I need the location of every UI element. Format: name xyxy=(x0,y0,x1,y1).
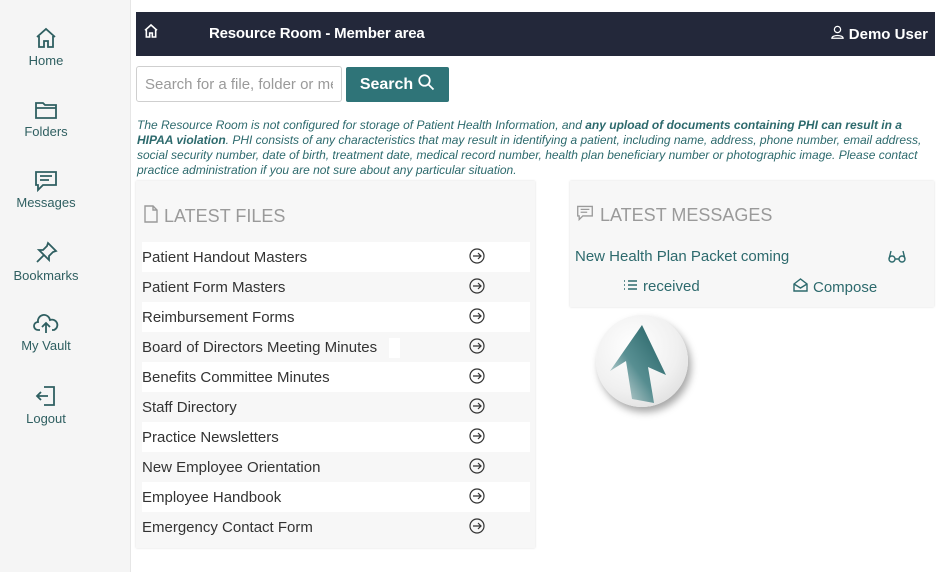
file-row[interactable]: Practice Newsletters xyxy=(142,422,530,452)
message-icon xyxy=(0,170,92,192)
sidebar-item-bookmarks[interactable]: Bookmarks xyxy=(0,241,92,283)
header-bar: Resource Room - Member area Demo User xyxy=(136,12,935,56)
arrow-circle-right-icon[interactable] xyxy=(469,458,485,479)
latest-messages-title: LATEST MESSAGES xyxy=(600,205,773,225)
envelope-open-icon xyxy=(793,278,808,296)
cloud-upload-icon xyxy=(0,313,92,335)
compose-button[interactable]: Compose xyxy=(793,278,877,296)
folder-icon xyxy=(0,99,92,121)
file-name: Board of Directors Meeting Minutes xyxy=(142,339,378,356)
file-name: Patient Handout Masters xyxy=(142,249,308,266)
arrow-circle-right-icon[interactable] xyxy=(469,368,485,389)
list-icon xyxy=(623,278,638,295)
file-row[interactable]: Employee Handbook xyxy=(142,482,530,512)
sidebar-item-label: Messages xyxy=(16,195,76,210)
arrow-circle-right-icon[interactable] xyxy=(469,398,485,419)
highlight-marker xyxy=(389,338,400,358)
file-name: Patient Form Masters xyxy=(142,279,286,296)
search-icon xyxy=(417,73,435,96)
file-icon xyxy=(144,205,158,228)
sidebar: Home Folders Messages Bookmarks My Vault… xyxy=(0,0,131,572)
home-icon xyxy=(0,26,92,50)
message-link[interactable]: New Health Plan Packet coming xyxy=(575,248,789,265)
received-label: received xyxy=(643,278,700,295)
file-row[interactable]: Staff Directory xyxy=(142,392,530,422)
latest-messages-panel: LATEST MESSAGES New Health Plan Packet c… xyxy=(570,181,934,307)
file-row[interactable]: Benefits Committee Minutes xyxy=(142,362,530,392)
search-button[interactable]: Search xyxy=(346,67,449,102)
phi-notice-text-2: . PHI consists of any characteristics th… xyxy=(137,133,922,177)
received-button[interactable]: received xyxy=(623,278,700,295)
upload-button[interactable] xyxy=(596,315,688,407)
sidebar-item-logout[interactable]: Logout xyxy=(0,384,92,426)
sidebar-item-label: Bookmarks xyxy=(13,268,79,283)
user-menu[interactable]: Demo User xyxy=(830,24,928,44)
arrow-circle-right-icon[interactable] xyxy=(469,488,485,509)
latest-messages-heading: LATEST MESSAGES xyxy=(576,205,772,226)
arrow-circle-right-icon[interactable] xyxy=(469,308,485,329)
compose-label: Compose xyxy=(813,278,878,296)
glasses-icon[interactable] xyxy=(888,249,906,268)
file-name: Emergency Contact Form xyxy=(142,519,313,536)
file-name: Staff Directory xyxy=(142,399,237,416)
phi-notice: The Resource Room is not configured for … xyxy=(137,118,927,178)
file-name: Practice Newsletters xyxy=(142,429,279,446)
file-name: New Employee Orientation xyxy=(142,459,321,476)
home-icon[interactable] xyxy=(143,23,159,44)
sidebar-item-label: Home xyxy=(28,53,64,68)
file-row[interactable]: Reimbursement Forms xyxy=(142,302,530,332)
sidebar-item-my-vault[interactable]: My Vault xyxy=(0,313,92,353)
arrow-circle-right-icon[interactable] xyxy=(469,278,485,299)
page-title: Resource Room - Member area xyxy=(209,25,425,42)
file-row[interactable]: Patient Form Masters xyxy=(142,272,530,302)
file-row[interactable]: New Employee Orientation xyxy=(142,452,530,482)
file-row[interactable]: Patient Handout Masters xyxy=(142,242,530,272)
sidebar-item-label: My Vault xyxy=(21,338,71,353)
sidebar-item-label: Logout xyxy=(26,411,66,426)
file-name: Reimbursement Forms xyxy=(142,309,295,326)
file-name: Benefits Committee Minutes xyxy=(142,369,330,386)
pin-icon xyxy=(0,241,92,265)
arrow-circle-right-icon[interactable] xyxy=(469,428,485,449)
latest-files-title: LATEST FILES xyxy=(164,206,286,226)
arrow-circle-right-icon[interactable] xyxy=(469,518,485,539)
sidebar-item-home[interactable]: Home xyxy=(0,26,92,68)
latest-files-heading: LATEST FILES xyxy=(144,205,285,228)
message-icon xyxy=(576,205,594,226)
arrow-up-right-icon xyxy=(596,325,688,411)
user-name: Demo User xyxy=(848,25,928,43)
file-row[interactable]: Emergency Contact Form xyxy=(142,512,530,542)
arrow-circle-right-icon[interactable] xyxy=(469,338,485,359)
sidebar-item-folders[interactable]: Folders xyxy=(0,99,92,139)
user-icon xyxy=(830,24,845,44)
sidebar-item-label: Folders xyxy=(24,124,68,139)
search-button-label: Search xyxy=(359,75,414,93)
file-name: Employee Handbook xyxy=(142,489,282,506)
search-input[interactable] xyxy=(136,66,342,102)
latest-files-panel: LATEST FILES Patient Handout Masters Pat… xyxy=(136,181,535,548)
file-row[interactable]: Board of Directors Meeting Minutes xyxy=(142,332,530,362)
logout-icon xyxy=(0,384,92,408)
arrow-circle-right-icon[interactable] xyxy=(469,248,485,269)
phi-notice-text: The Resource Room is not configured for … xyxy=(137,118,586,132)
sidebar-item-messages[interactable]: Messages xyxy=(0,170,92,210)
